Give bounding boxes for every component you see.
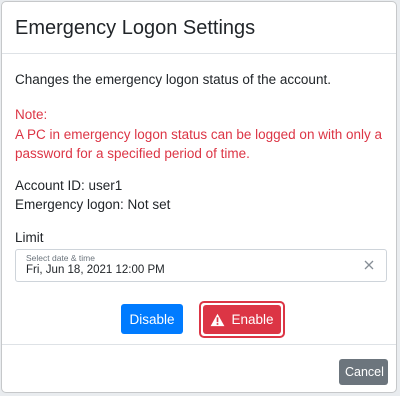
dialog-body: Changes the emergency logon status of th… bbox=[2, 54, 396, 345]
datetime-placeholder: Select date & time bbox=[26, 252, 95, 263]
action-buttons: Disable Enable bbox=[2, 301, 396, 340]
datetime-value: Fri, Jun 18, 2021 12:00 PM bbox=[26, 263, 165, 276]
account-info: Account ID: user1 Emergency logon: Not s… bbox=[15, 176, 383, 214]
dialog-header: Emergency Logon Settings bbox=[2, 2, 396, 54]
note-block: Note: A PC in emergency logon status can… bbox=[15, 105, 383, 164]
emergency-logon-status: Emergency logon: Not set bbox=[15, 196, 171, 212]
limit-datetime-picker[interactable]: Select date & time Fri, Jun 18, 2021 12:… bbox=[15, 248, 387, 282]
cancel-button[interactable]: Cancel bbox=[339, 359, 388, 385]
note-text: A PC in emergency logon status can be lo… bbox=[15, 126, 382, 162]
dialog-description: Changes the emergency logon status of th… bbox=[15, 72, 331, 87]
emergency-logon-dialog: Emergency Logon Settings Changes the eme… bbox=[1, 1, 397, 393]
enable-button[interactable]: Enable bbox=[203, 305, 281, 334]
dialog-footer: Cancel bbox=[2, 345, 396, 392]
warning-icon bbox=[211, 313, 225, 326]
enable-button-label: Enable bbox=[231, 312, 274, 327]
note-heading: Note: bbox=[15, 107, 48, 122]
dialog-title: Emergency Logon Settings bbox=[15, 17, 256, 39]
close-icon[interactable] bbox=[362, 258, 376, 272]
account-id: Account ID: user1 bbox=[15, 177, 123, 193]
limit-label: Limit bbox=[15, 229, 44, 245]
disable-button[interactable]: Disable bbox=[121, 304, 183, 334]
